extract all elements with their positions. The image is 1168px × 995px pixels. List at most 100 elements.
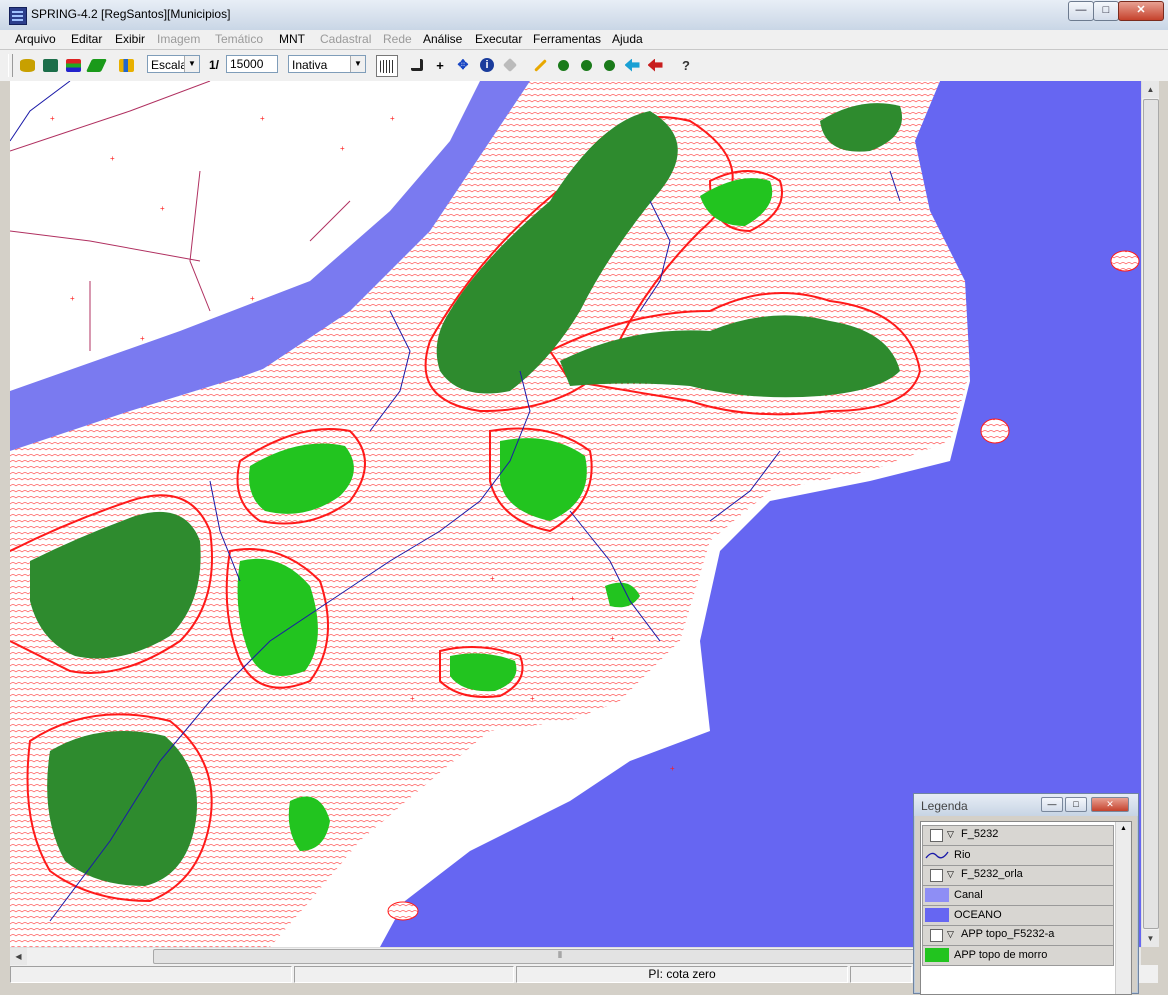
zoom-area-icon[interactable] (599, 55, 619, 75)
svg-text:+: + (610, 634, 615, 643)
scroll-up-arrow[interactable]: ▲ (1142, 81, 1159, 98)
menu-rede[interactable]: Rede (383, 32, 412, 46)
cursor-mode-value: Inativa (292, 58, 328, 72)
layer-visibility-checkbox[interactable] (930, 929, 943, 942)
svg-text:+: + (410, 694, 415, 703)
menu-imagem[interactable]: Imagem (157, 32, 200, 46)
svg-text:+: + (110, 154, 115, 163)
minimize-button[interactable]: — (1068, 1, 1094, 21)
draw-icon[interactable] (85, 55, 107, 75)
svg-text:+: + (140, 334, 145, 343)
app-topo-swatch (925, 948, 949, 962)
canal-swatch (925, 888, 949, 902)
scale-mode-select[interactable]: Escala ▼ (147, 55, 200, 73)
chart-icon[interactable] (116, 55, 136, 75)
menu-executar[interactable]: Executar (475, 32, 522, 46)
status-plan-info: PI: cota zero (516, 966, 848, 983)
model-icon[interactable] (40, 55, 60, 75)
legend-entry-app-topo-morro[interactable]: APP topo de morro (922, 945, 1114, 966)
previous-icon[interactable] (622, 55, 642, 75)
status-pane-2 (294, 966, 514, 983)
scale-mode-value: Escala (151, 58, 188, 72)
menu-editar[interactable]: Editar (71, 32, 102, 46)
app-icon (9, 7, 27, 25)
arrow-icon[interactable] (407, 55, 427, 75)
island (980, 418, 1010, 444)
legend-group-app-topo[interactable]: ▽ APP topo_F5232-a (922, 925, 1114, 946)
svg-text:+: + (390, 114, 395, 123)
ocean-swatch (925, 908, 949, 922)
title-bar: SPRING-4.2 [RegSantos][Municipios] — □ ✕ (0, 0, 1168, 31)
scroll-left-arrow[interactable]: ◀ (10, 948, 27, 965)
pencil-icon[interactable] (530, 55, 550, 75)
zoom-in-icon[interactable] (553, 55, 573, 75)
svg-text:+: + (530, 694, 535, 703)
expand-icon[interactable]: ▽ (947, 929, 954, 940)
chevron-down-icon[interactable]: ▼ (350, 56, 365, 72)
scale-prefix: 1/ (209, 58, 220, 72)
vertical-scroll-thumb[interactable] (1143, 99, 1159, 929)
menu-ferramentas[interactable]: Ferramentas (533, 32, 601, 46)
legend-group-f5232-orla[interactable]: ▽ F_5232_orla (922, 865, 1114, 886)
legend-close-button[interactable]: ✕ (1091, 797, 1129, 812)
river-line-swatch (925, 851, 949, 859)
menu-analise[interactable]: Análise (423, 32, 462, 46)
layers-icon[interactable] (63, 55, 83, 75)
pan-icon[interactable]: ✥ (453, 55, 473, 75)
legend-group-name: F_5232_orla (961, 868, 1023, 880)
zoom-out-icon[interactable] (576, 55, 596, 75)
undo-icon[interactable] (645, 55, 665, 75)
svg-text:+: + (260, 114, 265, 123)
menu-cadastral[interactable]: Cadastral (320, 32, 371, 46)
help-icon[interactable]: ? (676, 55, 696, 75)
menu-tematico[interactable]: Temático (215, 32, 263, 46)
legend-scrollbar[interactable]: ▲ (1115, 822, 1131, 994)
svg-text:+: + (50, 114, 55, 123)
legend-entry-label: OCEANO (954, 909, 1002, 921)
legend-entry-oceano[interactable]: OCEANO (922, 905, 1114, 926)
close-button[interactable]: ✕ (1118, 1, 1164, 21)
scale-input[interactable] (226, 55, 278, 73)
menu-mnt[interactable]: MNT (279, 32, 305, 46)
info-icon[interactable]: i (477, 55, 497, 75)
tag-icon[interactable] (500, 55, 520, 75)
database-icon[interactable] (17, 55, 37, 75)
island (387, 901, 419, 921)
legend-title: Legenda (921, 799, 968, 813)
layer-visibility-checkbox[interactable] (930, 829, 943, 842)
legend-group-name: F_5232 (961, 828, 999, 840)
grid-icon[interactable] (376, 55, 398, 77)
menu-bar: Arquivo Editar Exibir Imagem Temático MN… (0, 30, 1168, 50)
maximize-button[interactable]: □ (1093, 1, 1119, 21)
menu-ajuda[interactable]: Ajuda (612, 32, 643, 46)
status-pane-1 (10, 966, 292, 983)
expand-icon[interactable]: ▽ (947, 829, 954, 840)
menu-arquivo[interactable]: Arquivo (15, 32, 56, 46)
legend-scroll-up-arrow[interactable]: ▲ (1116, 822, 1131, 836)
legend-maximize-button[interactable]: □ (1065, 797, 1087, 812)
info-glyph: i (480, 58, 494, 72)
legend-title-bar[interactable]: Legenda — □ ✕ (914, 794, 1138, 816)
legend-entry-rio[interactable]: Rio (922, 845, 1114, 866)
vertical-scrollbar[interactable]: ▲ ▼ (1141, 81, 1159, 947)
menu-exibir[interactable]: Exibir (115, 32, 145, 46)
legend-entry-canal[interactable]: Canal (922, 885, 1114, 906)
scroll-grip-icon: ⦀ (558, 950, 562, 960)
plus-icon[interactable]: + (430, 55, 450, 75)
chevron-down-icon[interactable]: ▼ (184, 56, 199, 72)
expand-icon[interactable]: ▽ (947, 869, 954, 880)
cursor-mode-select[interactable]: Inativa ▼ (288, 55, 366, 73)
layer-visibility-checkbox[interactable] (930, 869, 943, 882)
toolbar: Escala ▼ 1/ Inativa ▼ + ✥ i ? (0, 50, 1168, 81)
legend-group-f5232[interactable]: ▽ F_5232 (922, 825, 1114, 846)
status-pane-4 (850, 966, 912, 983)
horizontal-scroll-thumb[interactable]: ⦀ (153, 949, 985, 964)
scroll-down-arrow[interactable]: ▼ (1142, 930, 1159, 947)
legend-entry-label: Canal (954, 889, 983, 901)
legend-entry-label: Rio (954, 849, 971, 861)
legend-group-name: APP topo_F5232-a (961, 928, 1055, 940)
svg-text:+: + (160, 204, 165, 213)
legend-minimize-button[interactable]: — (1041, 797, 1063, 812)
window-title: SPRING-4.2 [RegSantos][Municipios] (31, 7, 231, 21)
legend-list: ▽ F_5232 Rio ▽ F_5232_orla Canal OCEANO … (920, 821, 1132, 995)
